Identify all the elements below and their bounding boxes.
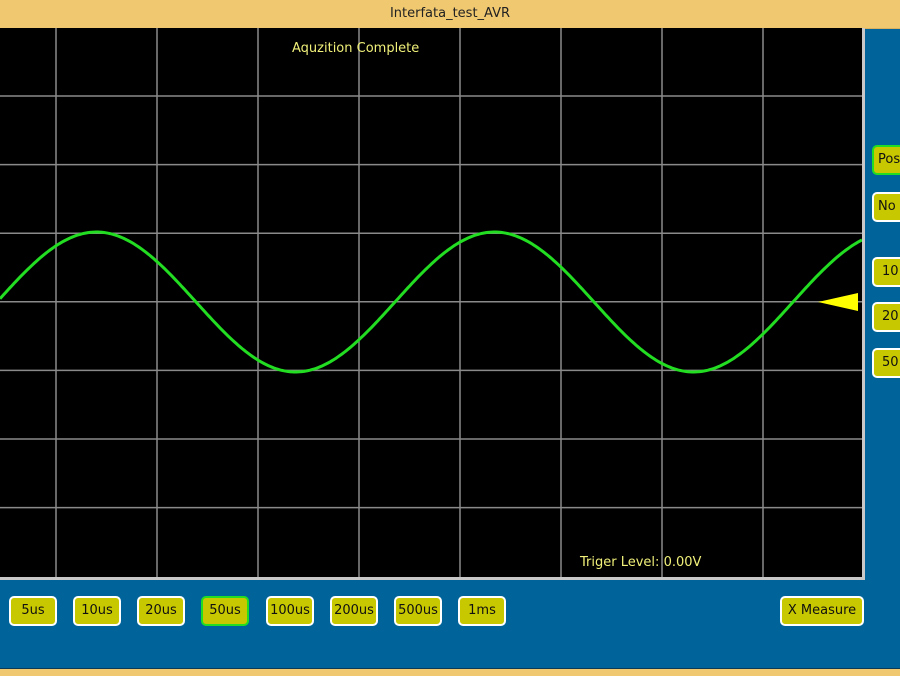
- timebase-500us-button[interactable]: 500us: [394, 596, 442, 626]
- trigger-level-marker-icon: [818, 293, 858, 311]
- timebase-5us-button[interactable]: 5us: [9, 596, 57, 626]
- trigger-level-readout: Triger Level: 0.00V: [580, 555, 701, 570]
- timebase-200us-button[interactable]: 200us: [330, 596, 378, 626]
- oscilloscope-display: Aquzition Complete Triger Level: 0.00V: [0, 28, 865, 580]
- volts-div-button-2[interactable]: 20: [872, 302, 900, 332]
- timebase-100us-button[interactable]: 100us: [266, 596, 314, 626]
- acquisition-status: Aquzition Complete: [292, 41, 420, 56]
- trigger-level-value: 0.00V: [663, 555, 702, 570]
- timebase-1ms-button[interactable]: 1ms: [458, 596, 506, 626]
- trigger-level-label: Triger Level:: [580, 555, 660, 570]
- volts-div-button-1[interactable]: 10: [872, 257, 900, 287]
- timebase-10us-button[interactable]: 10us: [73, 596, 121, 626]
- timebase-20us-button[interactable]: 20us: [137, 596, 185, 626]
- x-measure-button[interactable]: X Measure: [780, 596, 864, 626]
- scope-canvas: [0, 28, 862, 577]
- volts-div-button-3[interactable]: 50: [872, 348, 900, 378]
- window-title: Interfata_test_AVR: [0, 0, 900, 29]
- timebase-50us-button[interactable]: 50us: [201, 596, 249, 626]
- trigger-positive-button[interactable]: Pos: [872, 145, 900, 175]
- trigger-normal-button[interactable]: No: [872, 192, 900, 222]
